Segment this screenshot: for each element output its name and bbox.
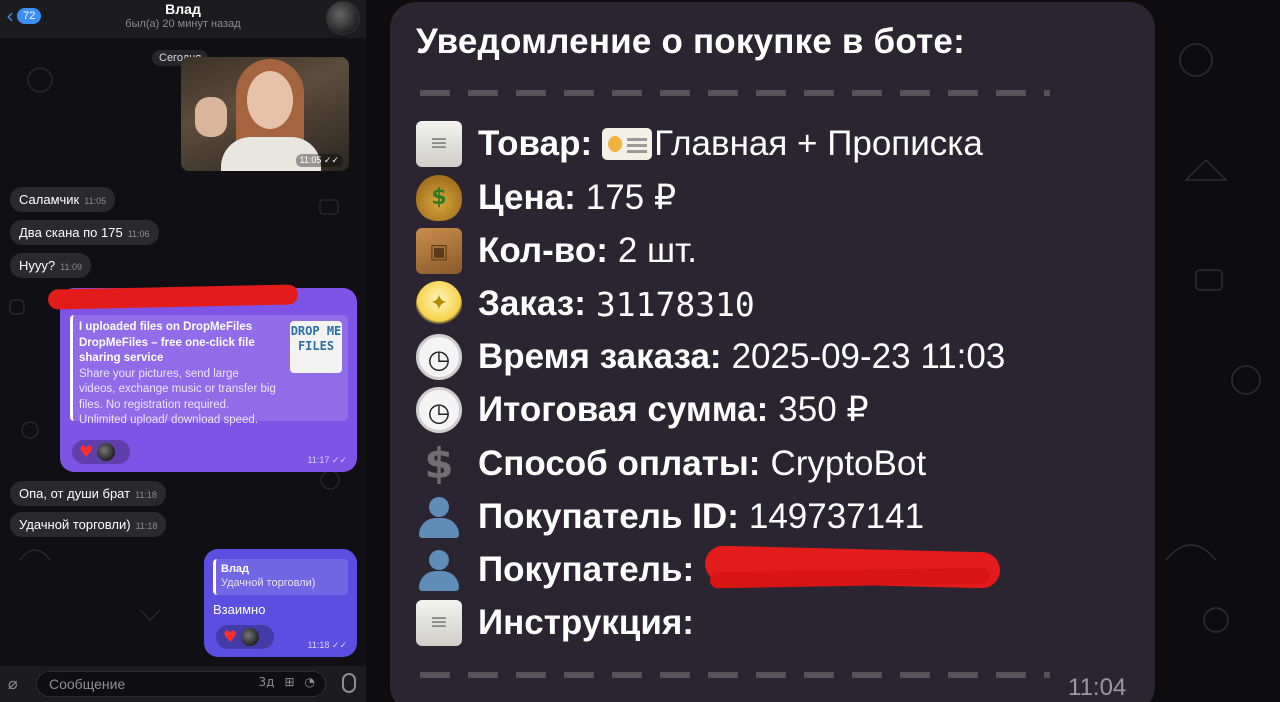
bot-notification-message[interactable]: Уведомление о покупке в боте: ≡ Товар: Г… xyxy=(390,2,1155,702)
clock-icon: ◷ xyxy=(416,387,462,433)
incoming-message[interactable]: Опа, от души брат 11:18 xyxy=(10,481,166,506)
outgoing-link-message[interactable]: I uploaded files on DropMeFiles DropMeFi… xyxy=(60,288,357,472)
separator-dashes xyxy=(420,672,1050,678)
product-value: Главная + Прописка xyxy=(654,124,983,163)
message-time: 11:05 xyxy=(84,196,107,206)
product-label: Товар: xyxy=(478,124,593,163)
message-time: 11:17 ✓✓ xyxy=(307,455,347,465)
order-time-value: 2025-09-23 11:03 xyxy=(731,337,1006,376)
incoming-message[interactable]: Нууу? 11:09 xyxy=(10,253,91,278)
chat-panel: ‹ 72 Влад был(а) 20 минут назад Сегодня … xyxy=(0,0,366,702)
message-text: Два скана по 175 xyxy=(19,225,123,240)
message-text: Удачной торговли) xyxy=(19,517,131,532)
message-text: Саламчик xyxy=(19,192,80,207)
photo-hand xyxy=(195,97,227,137)
gift-icon[interactable]: ⊞ xyxy=(284,675,294,689)
price-label: Цена: xyxy=(478,178,576,217)
row-product: ≡ Товар: Главная + Прописка xyxy=(416,119,983,169)
chat-header: ‹ 72 Влад был(а) 20 минут назад xyxy=(0,0,366,38)
money-bag-icon: $ xyxy=(416,175,462,221)
order-time-label: Время заказа: xyxy=(478,337,722,376)
message-time: 11:18 xyxy=(135,521,158,531)
heart-icon: ♥ xyxy=(79,442,94,461)
id-card-icon xyxy=(602,128,653,160)
message-time: 11:06 xyxy=(127,229,150,239)
message-time: 11:04 xyxy=(1068,674,1127,701)
message-input-placeholder: Сообщение xyxy=(49,676,126,692)
photo-face xyxy=(247,71,293,129)
package-icon: ▣ xyxy=(416,228,462,274)
incoming-message[interactable]: Два скана по 175 11:06 xyxy=(10,220,159,245)
buyer-label: Покупатель: xyxy=(478,550,695,589)
heart-icon: ♥ xyxy=(223,627,238,646)
row-order-time: ◷ Время заказа: 2025-09-23 11:03 xyxy=(416,332,1005,382)
reply-quote[interactable]: Влад Удачной торговли) xyxy=(213,559,348,595)
message-input[interactable]: Сообщение 3д ⊞ ◔ xyxy=(36,671,326,697)
row-total: ◷ Итоговая сумма: 350 ₽ xyxy=(416,385,869,435)
incoming-message[interactable]: Удачной торговли) 11:18 xyxy=(10,512,167,537)
message-text: Опа, от души брат xyxy=(19,486,131,501)
link-preview-title: I uploaded files on DropMeFiles xyxy=(79,321,253,333)
quantity-label: Кол-во: xyxy=(478,231,608,270)
link-preview-description: Share your pictures, send large videos, … xyxy=(79,367,276,427)
input-icons: 3д ⊞ ◔ xyxy=(259,675,315,689)
link-preview-subtitle: DropMeFiles – free one-click file sharin… xyxy=(79,336,255,365)
row-buyer: Покупатель: xyxy=(416,545,694,595)
dollar-icon: $ xyxy=(424,439,454,488)
row-payment: $ Способ оплаты: CryptoBot xyxy=(416,439,926,489)
sticker-3d-label[interactable]: 3д xyxy=(259,675,275,689)
quote-text: Удачной торговли) xyxy=(221,577,316,589)
reactions[interactable]: ♥ xyxy=(216,625,274,649)
message-time: 11:18 xyxy=(135,490,157,500)
order-label: Заказ: xyxy=(478,284,586,323)
scroll-icon: ≡ xyxy=(416,600,462,646)
sticker-icon[interactable]: ◔ xyxy=(305,675,315,689)
reactions[interactable]: ♥ xyxy=(72,440,130,464)
buyer-id-label: Покупатель ID: xyxy=(478,497,739,536)
payment-value: CryptoBot xyxy=(770,444,927,483)
microphone-icon[interactable] xyxy=(342,673,356,693)
contact-avatar[interactable] xyxy=(326,1,360,35)
notification-title: Уведомление о покупке в боте: xyxy=(416,22,965,61)
contact-status: был(а) 20 минут назад xyxy=(125,18,241,30)
message-time: 11:09 xyxy=(60,262,82,272)
reactor-avatar xyxy=(241,628,260,646)
row-order: ✦ Заказ: 31178310 xyxy=(416,279,755,329)
quantity-value: 2 шт. xyxy=(617,231,698,270)
scroll-icon: ≡ xyxy=(416,121,462,167)
contact-name[interactable]: Влад xyxy=(0,1,366,17)
price-value: 175 ₽ xyxy=(585,178,677,217)
outgoing-reply-message[interactable]: Влад Удачной торговли) Взаимно ♥ 11:18 ✓… xyxy=(204,549,357,657)
message-text: Нууу? xyxy=(19,258,56,273)
buyer-id-value[interactable]: 149737141 xyxy=(749,497,924,537)
photo-message[interactable]: 11:05 ✓✓ xyxy=(181,57,349,171)
message-time: 11:05 ✓✓ xyxy=(295,154,343,167)
payment-label: Способ оплаты: xyxy=(478,444,761,483)
link-preview[interactable]: I uploaded files on DropMeFiles DropMeFi… xyxy=(70,315,348,426)
instruction-label: Инструкция: xyxy=(478,603,694,642)
message-time: 11:18 ✓✓ xyxy=(307,640,347,650)
row-instruction: ≡ Инструкция: xyxy=(416,598,694,648)
message-input-bar: ⌀ Сообщение 3д ⊞ ◔ xyxy=(0,666,366,702)
row-buyer-id: Покупатель ID: 149737141 xyxy=(416,492,924,542)
total-label: Итоговая сумма: xyxy=(478,390,769,429)
order-value: 31178310 xyxy=(595,284,755,324)
person-icon xyxy=(416,547,462,593)
paperclip-icon[interactable]: ⌀ xyxy=(8,674,28,694)
link-preview-thumbnail: DROP ME FILES xyxy=(290,321,342,373)
message-text: Взаимно xyxy=(213,602,266,617)
bulb-icon: ✦ xyxy=(416,281,462,327)
row-quantity: ▣ Кол-во: 2 шт. xyxy=(416,226,697,276)
quote-author: Влад xyxy=(221,563,250,575)
total-value: 350 ₽ xyxy=(778,390,869,429)
incoming-message[interactable]: Саламчик 11:05 xyxy=(10,187,116,212)
clock-icon: ◷ xyxy=(416,334,462,380)
person-icon xyxy=(416,494,462,540)
reactor-avatar xyxy=(97,443,116,461)
row-price: $ Цена: 175 ₽ xyxy=(416,173,676,223)
separator-dashes xyxy=(420,90,1050,96)
